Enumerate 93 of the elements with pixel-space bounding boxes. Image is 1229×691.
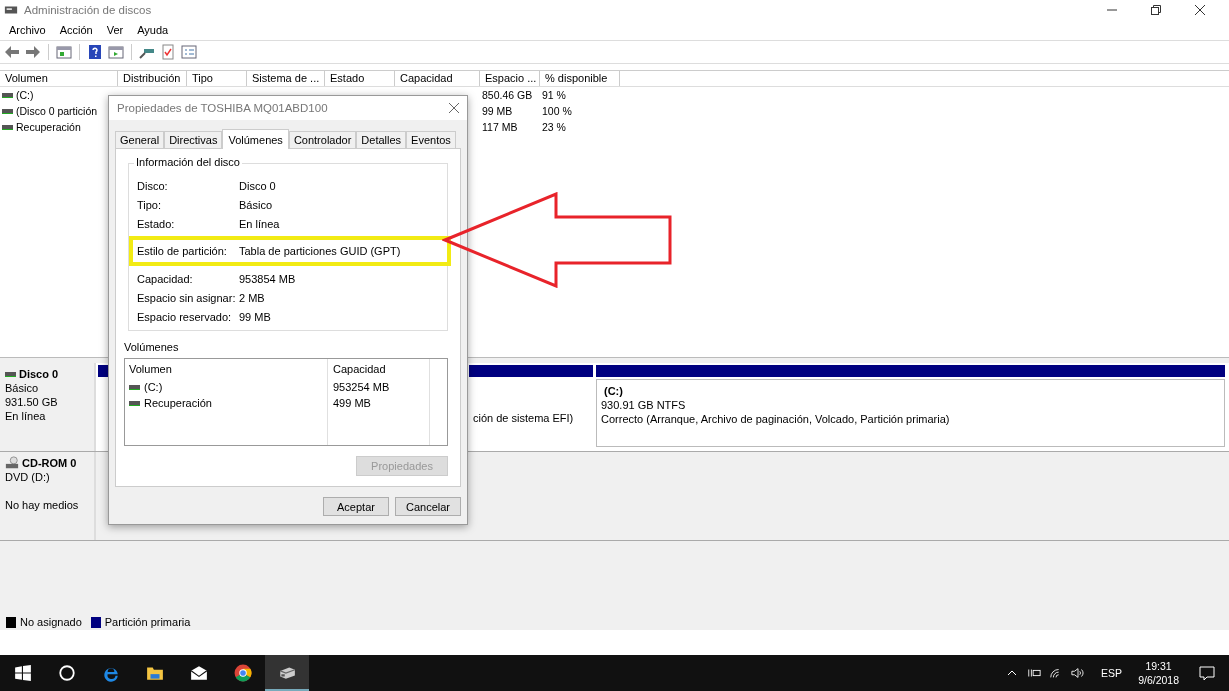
column-header[interactable]: Capacidad (333, 359, 429, 379)
list-cell: 499 MB (333, 397, 371, 409)
legend-label: No asignado (20, 616, 82, 628)
partition-block[interactable]: (C:) 930.91 GB NTFS Correcto (Arranque, Archivo de paginación, Volcado, Partición primaria) (596, 379, 1225, 447)
disk-info: 931.50 GB (5, 395, 59, 409)
table-cell: Recuperación (16, 121, 81, 133)
checklist-icon[interactable] (160, 44, 176, 60)
battery-icon[interactable] (1027, 667, 1042, 679)
search-icon[interactable] (58, 664, 76, 682)
field-label: Disco: (137, 179, 169, 192)
list-item[interactable]: (C:) (144, 381, 163, 393)
drive-icon (2, 124, 13, 130)
tab[interactable]: General (115, 131, 165, 148)
browser-logo-icon[interactable] (234, 664, 252, 682)
close-icon[interactable] (1195, 5, 1205, 15)
field-value: 99 MB (239, 310, 271, 323)
disk-name: CD-ROM 0 (22, 456, 77, 470)
dialog-button[interactable]: Aceptar (323, 497, 389, 516)
drive-icon (129, 400, 140, 406)
field-value: Tabla de particiones GUID (GPT) (239, 245, 401, 257)
menu-item[interactable]: Acción (59, 24, 93, 36)
notification-icon[interactable] (1199, 665, 1215, 681)
tab[interactable]: Controlador (288, 131, 357, 148)
disk-info: En línea (5, 409, 47, 423)
drive-icon (2, 108, 13, 114)
tab[interactable]: Detalles (356, 131, 407, 148)
column-header[interactable]: Volumen (0, 71, 118, 86)
partition-name: (C:) (603, 384, 624, 398)
column-header[interactable]: % disponible (540, 71, 620, 86)
tab[interactable]: Volúmenes (222, 129, 289, 149)
tab[interactable]: Directivas (164, 131, 223, 148)
field-value: En línea (239, 217, 280, 230)
menu-item[interactable]: Archivo (9, 24, 46, 36)
drive-icon (2, 92, 13, 98)
folder-icon[interactable] (146, 664, 164, 682)
help-icon[interactable] (87, 44, 103, 60)
menu-item[interactable]: Ayuda (137, 24, 169, 36)
disk-name: Disco 0 (19, 367, 59, 381)
tab[interactable]: Eventos (406, 131, 456, 148)
disk-info: DVD (D:) (5, 470, 51, 484)
disk-info: No hay medios (5, 498, 80, 512)
table-cell-text: 117 MB (481, 121, 519, 133)
legend-label: Partición primaria (104, 616, 191, 628)
drive-icon (5, 371, 16, 377)
close-icon[interactable] (449, 103, 459, 113)
back-arrow-icon[interactable] (4, 44, 20, 60)
windows-logo-icon[interactable] (14, 664, 32, 682)
panel-icon[interactable] (108, 44, 124, 60)
table-cell-text: 23 % (541, 121, 567, 133)
cd-drive-icon (5, 456, 19, 470)
table-cell: (C:) (16, 89, 34, 101)
field-value: Disco 0 (239, 179, 276, 192)
disk-info: Básico (5, 381, 40, 395)
column-header[interactable]: Sistema de ... (247, 71, 325, 86)
window-title: Administración de discos (24, 4, 152, 16)
column-header[interactable]: Estado (325, 71, 395, 86)
table-cell-text: 99 MB (481, 105, 514, 117)
clock[interactable]: 19:31 9/6/2018 (1138, 659, 1179, 687)
column-header[interactable]: Volumen (129, 359, 327, 379)
table-cell: (Disco 0 partición (16, 105, 98, 117)
column-header[interactable]: Espacio ... (480, 71, 540, 86)
menu-item[interactable]: Ver (106, 24, 124, 36)
group-title: Información del disco (134, 156, 242, 168)
field-label: Estado: (137, 217, 176, 230)
field-value: 953854 MB (239, 272, 296, 285)
speaker-icon[interactable] (1071, 667, 1086, 679)
panel-icon[interactable] (56, 44, 72, 60)
list-cell: 953254 MB (333, 381, 390, 393)
field-label: Estilo de partición: (137, 245, 228, 257)
field-label: Capacidad: (137, 272, 194, 285)
mail-icon[interactable] (190, 664, 208, 682)
language-indicator[interactable]: ESP (1101, 667, 1123, 679)
partition-info: Correcto (Arranque, Archivo de paginación, Volcado, Partición primaria) (601, 412, 951, 426)
table-cell-text: 850.46 GB (481, 89, 534, 101)
dialog-button[interactable]: Cancelar (395, 497, 461, 516)
field-value: 2 MB (239, 291, 265, 304)
field-value: Básico (239, 198, 273, 211)
column-header[interactable]: Tipo (187, 71, 247, 86)
table-cell-text: 91 % (541, 89, 567, 101)
dialog-title: Propiedades de TOSHIBA MQ01ABD100 (117, 102, 328, 114)
drive-icon (129, 384, 140, 390)
field-label: Espacio reservado: (137, 310, 233, 323)
forward-arrow-icon[interactable] (25, 44, 41, 60)
list-item[interactable]: Recuperación (144, 397, 212, 409)
column-header[interactable]: Distribución (118, 71, 187, 86)
column-header[interactable]: Capacidad (395, 71, 480, 86)
table-cell-text: 100 % (541, 105, 573, 117)
section-label: Volúmenes (124, 341, 180, 353)
restore-icon[interactable] (1151, 5, 1161, 15)
field-label: Espacio sin asignar: (137, 291, 237, 304)
field-label: Tipo: (137, 198, 163, 211)
partition-info: ción de sistema EFI) (473, 411, 575, 425)
partition-info: 930.91 GB NTFS (601, 398, 687, 412)
